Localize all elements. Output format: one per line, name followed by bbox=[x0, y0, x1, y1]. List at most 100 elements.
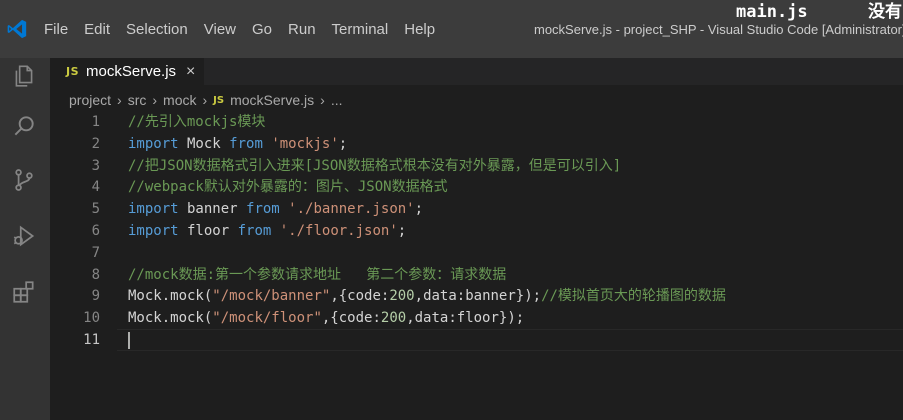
breadcrumb-item-project[interactable]: project bbox=[69, 92, 111, 108]
code-token-kw: import bbox=[128, 201, 179, 218]
menu-edit[interactable]: Edit bbox=[76, 18, 118, 42]
menu-help[interactable]: Help bbox=[396, 18, 443, 42]
chevron-right-icon: › bbox=[320, 92, 325, 108]
line-number: 4 bbox=[91, 179, 100, 196]
line-number: 7 bbox=[91, 244, 100, 261]
code-token-str: "/mock/floor" bbox=[212, 310, 322, 327]
code-token-comment: //mock数据:第一个参数请求地址 第二个参数：请求数据 bbox=[128, 266, 507, 283]
chevron-right-icon: › bbox=[152, 92, 158, 108]
code-token-id: data:floor bbox=[414, 310, 499, 327]
menu-go[interactable]: Go bbox=[244, 18, 280, 42]
code-token-id bbox=[280, 201, 288, 217]
code-token-comment: //webpack默认对外暴露的：图片、JSON数据格式 bbox=[128, 179, 448, 196]
source-control-icon[interactable] bbox=[6, 162, 42, 198]
code-line[interactable]: 9 Mock.mock("/mock/banner",{code:200,data… bbox=[50, 285, 903, 307]
close-icon[interactable]: × bbox=[186, 63, 195, 80]
menu-run[interactable]: Run bbox=[280, 18, 324, 42]
line-number: 3 bbox=[91, 157, 100, 174]
code-line[interactable]: 8 //mock数据:第一个参数请求地址 第二个参数：请求数据 bbox=[50, 264, 903, 286]
breadcrumb: project › src › mock › JS mockServe.js ›… bbox=[69, 89, 342, 111]
code-token-punc: ; bbox=[338, 135, 348, 152]
code-token-comment: //模拟首页大的轮播图的数据 bbox=[541, 288, 726, 305]
line-code: //webpack默认对外暴露的：图片、JSON数据格式 bbox=[128, 176, 448, 198]
code-token-comment: //先引入mockjs模块 bbox=[128, 114, 266, 130]
code-token-str: "/mock/banner" bbox=[212, 288, 331, 305]
code-token-kw: from bbox=[246, 201, 280, 218]
code-token-punc: ,{ bbox=[330, 288, 348, 305]
line-code: Mock.mock("/mock/banner",{code:200,data:… bbox=[128, 285, 726, 307]
extensions-icon[interactable] bbox=[6, 274, 42, 310]
code-token-num: 200 bbox=[389, 288, 415, 305]
code-line[interactable]: 2 import Mock from 'mockjs'; bbox=[50, 133, 903, 155]
menu-selection[interactable]: Selection bbox=[118, 18, 196, 42]
line-number: 6 bbox=[91, 223, 100, 239]
menu-file[interactable]: File bbox=[36, 18, 76, 42]
line-code: Mock.mock("/mock/floor",{code:200,data:f… bbox=[128, 307, 524, 329]
line-number: 8 bbox=[91, 266, 100, 283]
code-token-id: Mock bbox=[178, 135, 230, 152]
explorer-icon[interactable] bbox=[6, 58, 42, 94]
code-token-punc: , bbox=[406, 310, 415, 327]
code-token-str: './banner.json' bbox=[288, 201, 415, 218]
line-number: 11 bbox=[83, 332, 100, 348]
code-token-str: 'mockjs' bbox=[271, 135, 339, 152]
menu-terminal[interactable]: Terminal bbox=[324, 18, 397, 42]
code-line[interactable]: 5 import banner from './banner.json'; bbox=[50, 198, 903, 220]
code-token-punc: }); bbox=[498, 310, 525, 327]
code-token-num: 200 bbox=[380, 310, 407, 327]
code-token-kw: from bbox=[229, 135, 263, 152]
code-token-id: data:banner bbox=[423, 288, 516, 305]
code-token-kw: from bbox=[237, 223, 272, 239]
code-token-id: Mock.mock( bbox=[128, 310, 213, 327]
editor-tab-strip: JS mockServe.js × bbox=[50, 58, 903, 85]
line-number: 10 bbox=[83, 310, 100, 327]
code-token-punc: ,{ bbox=[321, 310, 339, 327]
code-token-punc: ; bbox=[414, 201, 424, 218]
js-file-icon: JS bbox=[66, 65, 80, 78]
code-token-id: code: bbox=[347, 288, 390, 305]
current-line-highlight bbox=[117, 329, 903, 351]
code-line[interactable]: 7 bbox=[50, 242, 903, 264]
chevron-right-icon: › bbox=[117, 92, 122, 108]
line-code: //先引入mockjs模块 bbox=[128, 111, 265, 133]
code-token-id: floor bbox=[178, 223, 238, 239]
code-token-id: code: bbox=[338, 310, 381, 327]
line-code: //把JSON数据格式引入进来[JSON数据格式根本没有对外暴露，但是可以引入] bbox=[128, 155, 621, 177]
code-line[interactable]: 11 bbox=[50, 329, 903, 351]
breadcrumb-more[interactable]: ... bbox=[331, 92, 343, 108]
line-number: 9 bbox=[91, 288, 100, 305]
breadcrumb-item-file[interactable]: mockServe.js bbox=[230, 92, 314, 108]
code-token-punc: }); bbox=[515, 288, 542, 305]
code-token-punc: , bbox=[414, 288, 424, 305]
breadcrumb-item-src[interactable]: src bbox=[128, 92, 147, 108]
code-line[interactable]: 10 Mock.mock("/mock/floor",{code:200,data… bbox=[50, 307, 903, 329]
code-line[interactable]: 1 //先引入mockjs模块 bbox=[50, 111, 903, 133]
line-number: 5 bbox=[91, 201, 100, 218]
search-icon[interactable] bbox=[6, 108, 42, 144]
code-token-kw: import bbox=[128, 135, 179, 152]
code-line[interactable]: 3 //把JSON数据格式引入进来[JSON数据格式根本没有对外暴露，但是可以引入… bbox=[50, 155, 903, 177]
code-token-str: './floor.json' bbox=[279, 223, 398, 239]
tab-label: mockServe.js bbox=[86, 63, 177, 80]
activity-bar bbox=[0, 58, 50, 420]
menu-view[interactable]: View bbox=[196, 18, 244, 42]
vscode-logo-icon bbox=[7, 19, 27, 39]
js-file-icon: JS bbox=[213, 94, 225, 106]
line-number: 2 bbox=[91, 135, 100, 152]
line-code: import floor from './floor.json'; bbox=[128, 220, 406, 242]
overlay-chinese-label: 没有 bbox=[868, 2, 902, 22]
code-token-id: banner bbox=[178, 201, 247, 218]
run-debug-icon[interactable] bbox=[6, 218, 42, 254]
breadcrumb-item-mock[interactable]: mock bbox=[163, 92, 196, 108]
line-code: import banner from './banner.json'; bbox=[128, 198, 423, 220]
code-token-id: Mock.mock( bbox=[128, 288, 213, 305]
line-code: //mock数据:第一个参数请求地址 第二个参数：请求数据 bbox=[128, 264, 506, 286]
chevron-right-icon: › bbox=[202, 92, 208, 108]
overlay-main-js-label: main.js bbox=[736, 2, 808, 22]
text-caret bbox=[128, 332, 130, 349]
code-line[interactable]: 4 //webpack默认对外暴露的：图片、JSON数据格式 bbox=[50, 176, 903, 198]
code-editor[interactable]: 1 //先引入mockjs模块 2 import Mock from 'mockjs'… bbox=[50, 111, 903, 420]
code-line[interactable]: 6 import floor from './floor.json'; bbox=[50, 220, 903, 242]
code-token-punc: ; bbox=[397, 223, 407, 239]
tab-mockserve-js[interactable]: JS mockServe.js × bbox=[50, 58, 204, 85]
